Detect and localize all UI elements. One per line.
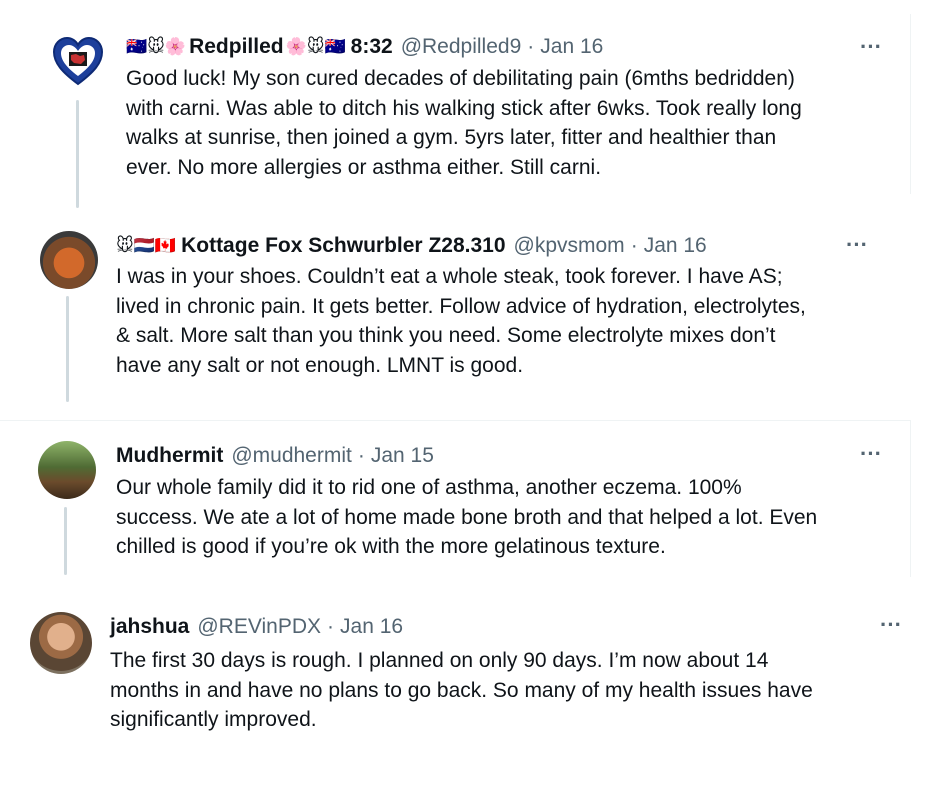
- reply-text-line: walks at sunrise, then joined a gym. 5yr…: [126, 126, 777, 149]
- reply-text-line: & salt. More salt than you think you nee…: [116, 324, 776, 347]
- separator-dot: ·: [630, 234, 638, 257]
- reply-text: The first 30 days is rough. I planned on…: [110, 646, 813, 735]
- name-emoji-suffix: 🌸🐭🇦🇺: [285, 37, 346, 57]
- more-options-icon[interactable]: ···: [860, 34, 882, 60]
- reply-kottage-fox[interactable]: 🐭🇳🇱🇨🇦 Kottage Fox Schwurbler Z28.310 @kp…: [0, 210, 910, 402]
- separator-dot: ·: [327, 615, 335, 638]
- more-options-icon[interactable]: ···: [880, 612, 902, 638]
- user-handle[interactable]: @mudhermit: [231, 444, 352, 468]
- reply-header: 🐭🇳🇱🇨🇦 Kottage Fox Schwurbler Z28.310 @kp…: [116, 231, 707, 261]
- reply-header: 🇦🇺🐭🌸 Redpilled 🌸🐭🇦🇺 8:32 @Redpilled9 · J…: [126, 32, 603, 62]
- separator-dot: ·: [527, 35, 535, 58]
- post-date[interactable]: Jan 16: [644, 234, 707, 258]
- user-handle[interactable]: @REVinPDX: [197, 615, 321, 639]
- avatar[interactable]: [52, 36, 104, 88]
- name-emoji-prefix: 🐭🇳🇱🇨🇦: [116, 236, 177, 256]
- display-name[interactable]: jahshua: [110, 615, 189, 639]
- reply-header: Mudhermit @mudhermit · Jan 15: [116, 441, 434, 471]
- post-date[interactable]: Jan 16: [540, 35, 603, 59]
- name-emoji-prefix: 🇦🇺🐭🌸: [126, 37, 187, 57]
- reply-text-line: success. We ate a lot of home made bone …: [116, 505, 818, 529]
- display-name[interactable]: Mudhermit: [116, 444, 223, 468]
- reply-text-line: Good luck! My son cured decades of debil…: [126, 67, 795, 90]
- separator-dot: ·: [357, 444, 365, 467]
- more-options-icon[interactable]: ···: [860, 441, 882, 467]
- reply-text-line: with carni. Was able to ditch his walkin…: [126, 96, 802, 120]
- reply-header: jahshua @REVinPDX · Jan 16: [110, 612, 403, 642]
- heart-flag-avatar-icon: [52, 36, 104, 86]
- reply-text-line: The first 30 days is rough. I planned on…: [110, 649, 769, 672]
- reply-text-line: chilled is good if you’re ok with the mo…: [116, 535, 666, 558]
- reply-text-line: have any salt or not enough. LMNT is goo…: [116, 353, 524, 377]
- reply-text-line: ever. No more allergies or asthma either…: [126, 155, 602, 179]
- post-date[interactable]: Jan 15: [371, 444, 434, 468]
- avatar[interactable]: [30, 612, 92, 674]
- reply-jahshua[interactable]: jahshua @REVinPDX · Jan 16 ··· The first…: [0, 600, 940, 760]
- thread-line: [66, 296, 69, 402]
- reply-text: I was in your shoes. Couldn’t eat a whol…: [116, 262, 806, 380]
- avatar[interactable]: [38, 441, 96, 499]
- reply-mudhermit[interactable]: Mudhermit @mudhermit · Jan 15 ··· Our wh…: [0, 420, 911, 577]
- reply-text-line: significantly improved.: [110, 708, 317, 731]
- reply-text-line: lived in chronic pain. It gets better. F…: [116, 294, 806, 318]
- avatar[interactable]: [40, 231, 98, 289]
- reply-text-line: Our whole family did it to rid one of as…: [116, 476, 742, 499]
- reply-redpilled[interactable]: 🇦🇺🐭🌸 Redpilled 🌸🐭🇦🇺 8:32 @Redpilled9 · J…: [0, 14, 911, 208]
- reply-text-line: months in and have no plans to go back. …: [110, 678, 813, 702]
- reply-text-line: I was in your shoes. Couldn’t eat a whol…: [116, 265, 783, 288]
- display-name[interactable]: Kottage Fox Schwurbler Z28.310: [181, 234, 505, 258]
- reply-text: Our whole family did it to rid one of as…: [116, 473, 817, 562]
- display-name-tail[interactable]: 8:32: [351, 35, 393, 59]
- more-options-icon[interactable]: ···: [846, 232, 868, 258]
- user-handle[interactable]: @kpvsmom: [514, 234, 625, 258]
- thread-line: [76, 100, 79, 208]
- user-handle[interactable]: @Redpilled9: [401, 35, 522, 59]
- display-name[interactable]: Redpilled: [189, 35, 284, 59]
- thread-line: [64, 507, 67, 575]
- reply-text: Good luck! My son cured decades of debil…: [126, 64, 802, 182]
- post-date[interactable]: Jan 16: [340, 615, 403, 639]
